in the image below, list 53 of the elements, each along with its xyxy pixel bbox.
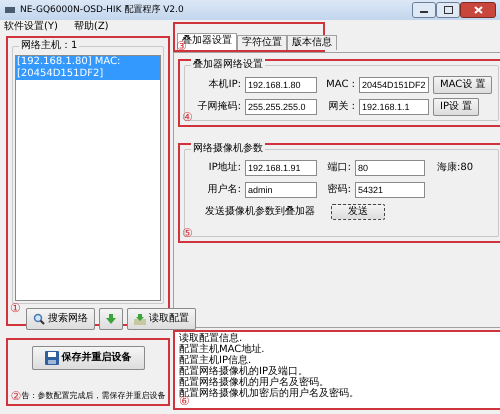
input-field[interactable]: 192.168.1.91	[245, 160, 317, 176]
field-label: 用户名:	[206, 184, 241, 196]
group-title: 网络摄像机参数	[191, 143, 265, 155]
menu-item[interactable]: 帮助(Z)	[74, 21, 109, 33]
mac-settings-button[interactable]: MAC设 置	[433, 76, 492, 94]
input-field[interactable]: admin	[245, 182, 317, 198]
field-label: IP地址:	[208, 162, 241, 174]
maximize-icon	[444, 6, 452, 14]
send-button[interactable]: 发送	[331, 204, 385, 220]
tab[interactable]: 版本信息	[287, 35, 337, 50]
input-field[interactable]: 192.168.1.80	[245, 77, 317, 93]
field-label: 端口:	[326, 162, 351, 174]
minimize-button[interactable]	[412, 2, 436, 18]
log-line: 配置网络摄像机的IP及端口。	[179, 366, 308, 377]
field-label: 本机IP:	[208, 79, 241, 91]
field-label: 密码:	[326, 184, 351, 196]
warning-text: 告：参数配置完成后，需保存并重启设备	[21, 391, 166, 401]
port-note: 海康:80	[437, 162, 474, 174]
window-title: NE-GQ6000N-OSD-HIK 配置程序 V2.0	[20, 4, 184, 16]
group-title: 叠加器网络设置	[191, 59, 265, 71]
log-line: 读取配置信息.	[179, 333, 242, 344]
input-field[interactable]: 54321	[355, 182, 425, 198]
field-label: MAC :	[325, 79, 355, 91]
group-title: 网络主机：1	[19, 40, 80, 52]
ip-settings-button[interactable]: IP设 置	[433, 98, 480, 116]
close-button[interactable]	[460, 2, 496, 18]
maximize-button[interactable]	[436, 2, 460, 18]
download-button[interactable]	[99, 308, 123, 330]
app-icon	[4, 5, 16, 15]
close-icon	[474, 6, 482, 14]
save-restart-button[interactable]: 保存并重启设备	[32, 346, 144, 370]
input-field[interactable]: 192.168.1.1	[359, 99, 429, 115]
field-label: 子网掩码:	[196, 101, 241, 113]
annotation-number: ⑤	[182, 227, 193, 239]
log-line: 配置网络摄像机的用户名及密码。	[179, 377, 330, 388]
down-arrow-icon	[106, 314, 116, 324]
menu-item[interactable]: 软件设置(Y)	[4, 21, 58, 33]
search-button[interactable]: 搜索网络	[26, 308, 95, 330]
log-line: 配置主机IP信息.	[179, 355, 252, 366]
input-field[interactable]: 255.255.255.0	[245, 99, 317, 115]
input-field[interactable]: 20454D151DF2	[359, 77, 429, 93]
log-line: 配置网络摄像机加密后的用户名及密码。	[179, 388, 360, 399]
annotation-number: ①	[10, 302, 21, 314]
send-label: 发送摄像机参数到叠加器	[205, 206, 315, 218]
field-label: 网关 :	[327, 101, 355, 113]
search-icon	[33, 313, 45, 325]
tab[interactable]: 字符位置	[237, 35, 287, 50]
annotation-number: ④	[182, 111, 193, 123]
read-config-button[interactable]: 读取配置	[127, 308, 196, 330]
annotation-number: ②	[10, 390, 22, 402]
input-field[interactable]: 80	[355, 160, 425, 176]
tray-icon	[134, 314, 146, 324]
log-line: 配置主机MAC地址.	[179, 344, 266, 355]
